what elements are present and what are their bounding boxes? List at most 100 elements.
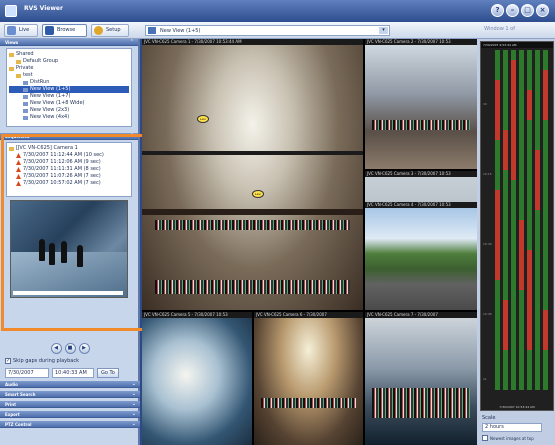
chevron-down-icon[interactable]: ⌄ [132, 391, 136, 398]
camera-tile-2[interactable]: JVC VN-C625 Camera 2 - 7/30/2007 10:53 [365, 39, 477, 169]
minimize-icon[interactable]: – [506, 4, 519, 17]
close-icon[interactable]: × [536, 4, 549, 17]
timeline-tick: 10:30 [483, 242, 492, 246]
chevron-down-icon[interactable]: ⌄ [132, 411, 136, 418]
view-selector[interactable]: New View (1+5) ▾ [145, 25, 390, 36]
motion-segment [527, 250, 532, 350]
motion-segment [519, 220, 524, 290]
crowd [260, 398, 357, 408]
camera-track-2[interactable] [503, 50, 508, 390]
crowd [371, 388, 471, 418]
rewind-icon[interactable]: ◀ [50, 343, 62, 354]
view-icon [23, 94, 28, 99]
chevron-down-icon[interactable]: ⌄ [132, 401, 136, 408]
tree-item-label: test [23, 72, 33, 78]
newest-label: Newest images at top [490, 435, 534, 441]
camera-node[interactable]: [JVC VN-C625] Camera 1 [9, 145, 129, 152]
sequences-list: [JVC VN-C625] Camera 1 7/30/2007 11:12:4… [6, 142, 132, 197]
tree-item-view-2x3[interactable]: New View (2x3) [9, 107, 129, 114]
tree-item-test[interactable]: test [9, 72, 129, 79]
browse-button[interactable]: Browse [42, 24, 87, 37]
main-toolbar: Live Browse Setup New View (1+5) ▾ Windo… [0, 22, 555, 39]
goto-row: 7/30/2007 10:40:33 AM Go To [5, 368, 119, 378]
camera-tile-6[interactable]: JVC VN-C625 Camera 6 - 7/30/2007 [254, 312, 363, 445]
views-panel-header[interactable]: Views ⌃ [0, 39, 138, 46]
live-button[interactable]: Live [4, 24, 38, 37]
sequence-item[interactable]: 7/30/2007 11:11:31 AM (8 sec) [9, 166, 129, 173]
camera-caption: JVC VN-C625 Camera 1 - 7/30/2007 10:53:4… [142, 39, 363, 45]
stop-icon[interactable]: ■ [64, 343, 76, 354]
panel-label: Print [5, 402, 17, 407]
camera-feed [365, 318, 477, 445]
skip-gaps-checkbox[interactable]: ✓ [5, 358, 11, 364]
sequence-item[interactable]: 7/30/2007 10:57:02 AM (7 sec) [9, 180, 129, 187]
tree-item-private[interactable]: Private [9, 65, 129, 72]
chevron-down-icon[interactable]: ⌄ [132, 421, 136, 428]
folder-icon [9, 66, 14, 71]
sequence-item[interactable]: 7/30/2007 11:07:26 AM (7 sec) [9, 173, 129, 180]
skip-gaps-option[interactable]: ✓ Skip gaps during playback [5, 358, 79, 364]
sequence-preview[interactable] [10, 200, 128, 298]
sequences-panel-header[interactable]: Sequences ⌃ [0, 133, 138, 140]
camera-track-5[interactable] [527, 50, 532, 390]
timeline[interactable]: 7/30/2007 9:53:44 AM 10 10:15 10:30 10:4… [480, 41, 554, 411]
panel-export[interactable]: Export ⌄ [0, 411, 140, 418]
camera-tile-4[interactable]: JVC VN-C625 Camera 4 - 7/30/2007 10:53 [365, 202, 477, 310]
timeline-panel: 7/30/2007 9:53:44 AM 10 10:15 10:30 10:4… [477, 39, 555, 445]
scale-select[interactable]: 2 hours [482, 423, 542, 432]
go-to-button[interactable]: Go To [97, 368, 119, 378]
setup-button[interactable]: Setup [91, 24, 129, 37]
camera-track-7[interactable] [543, 50, 548, 390]
date-field[interactable]: 7/30/2007 [5, 368, 49, 378]
view-icon [23, 80, 28, 85]
camera-tile-1[interactable]: JVC VN-C625 Camera 1 - 7/30/2007 10:53:4… [142, 39, 363, 310]
time-field[interactable]: 10:40:33 AM [52, 368, 94, 378]
help-icon[interactable]: ? [491, 4, 504, 17]
browse-label: Browse [57, 27, 76, 33]
camera-tile-7[interactable]: JVC VN-C625 Camera 7 - 7/30/2007 [365, 312, 477, 445]
tree-item-view-4x4[interactable]: New View (4x4) [9, 114, 129, 121]
panel-ptz-control[interactable]: PTZ Control ⌄ [0, 421, 140, 428]
panel-smart-search[interactable]: Smart Search ⌄ [0, 391, 140, 398]
chevron-down-icon[interactable]: ▾ [379, 27, 388, 34]
newest-checkbox[interactable] [482, 435, 488, 441]
camera-tile-5[interactable]: JVC VN-C625 Camera 5 - 7/30/2007 10:53 [142, 312, 252, 445]
camera-feed: Levi Levi [142, 45, 363, 310]
chevron-up-icon[interactable]: ⌃ [130, 39, 134, 46]
setup-icon [94, 26, 103, 35]
tree-item-distrun[interactable]: DistRun [9, 79, 129, 86]
timeline-tick: 10:15 [483, 172, 492, 176]
motion-segment [543, 310, 548, 350]
title-bar: RVS Viewer ? – □ × [0, 0, 555, 22]
newest-option[interactable]: Newest images at top [482, 435, 534, 441]
window-controls: ? – □ × [491, 4, 549, 17]
motion-segment [495, 190, 500, 280]
camera-track-4[interactable] [519, 50, 524, 390]
camera-track-1[interactable] [495, 50, 500, 390]
panel-print[interactable]: Print ⌄ [0, 401, 140, 408]
motion-segment [503, 300, 508, 350]
tree-item-default-group[interactable]: Default Group [9, 58, 129, 65]
alert-icon [16, 160, 21, 165]
browse-icon [45, 26, 54, 35]
camera-caption: JVC VN-C625 Camera 5 - 7/30/2007 10:53 [142, 312, 252, 318]
play-icon[interactable]: ▶ [78, 343, 90, 354]
sequence-item[interactable]: 7/30/2007 11:12:44 AM (10 sec) [9, 152, 129, 159]
panel-audio[interactable]: Audio ⌄ [0, 381, 140, 388]
preview-figure [39, 239, 45, 261]
live-icon [7, 26, 16, 35]
tree-item-shared[interactable]: Shared [9, 51, 129, 58]
views-panel-title: Views [5, 40, 19, 45]
chevron-down-icon[interactable]: ⌄ [132, 381, 136, 388]
tree-item-view-1-5[interactable]: New View (1+5) [9, 86, 129, 93]
chevron-up-icon[interactable]: ⌃ [130, 133, 134, 140]
camera-track-6[interactable] [535, 50, 540, 390]
sequence-label: 7/30/2007 10:57:02 AM (7 sec) [23, 180, 101, 186]
camera-track-3[interactable] [511, 50, 516, 390]
tree-item-label: New View (1+7) [30, 93, 71, 99]
alert-icon [16, 181, 21, 186]
maximize-icon[interactable]: □ [521, 4, 534, 17]
tree-item-view-1-8-wide[interactable]: New View (1+8 Wide) [9, 100, 129, 107]
sequence-item[interactable]: 7/30/2007 11:12:06 AM (9 sec) [9, 159, 129, 166]
tree-item-view-1-7[interactable]: New View (1+7) [9, 93, 129, 100]
